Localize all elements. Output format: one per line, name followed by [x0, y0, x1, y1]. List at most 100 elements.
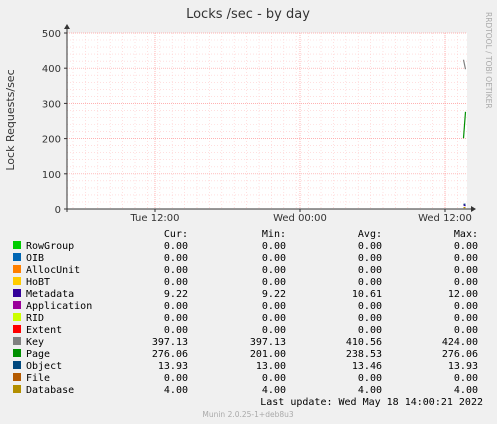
legend-value-min: 0.00 [262, 253, 286, 264]
legend-series-name: RID [26, 313, 44, 324]
legend-series-name: Metadata [26, 289, 74, 300]
legend-value-max: 12.00 [448, 289, 478, 300]
legend-swatch [13, 361, 21, 369]
legend-value-cur: 276.06 [152, 349, 188, 360]
legend-swatch [13, 265, 21, 273]
legend-value-min: 9.22 [262, 289, 286, 300]
legend-value-cur: 0.00 [164, 301, 188, 312]
y-tick-label: 300 [42, 99, 61, 110]
legend-column-header: Cur: [164, 229, 188, 240]
legend-value-avg: 0.00 [358, 265, 382, 276]
y-axis-label: Lock Requests/sec [4, 69, 17, 170]
legend-value-cur: 0.00 [164, 313, 188, 324]
x-tick-label: Wed 00:00 [273, 213, 327, 224]
legend-series-name: Key [26, 337, 44, 348]
legend-value-min: 201.00 [250, 349, 286, 360]
legend-value-cur: 0.00 [164, 325, 188, 336]
legend-value-max: 0.00 [454, 301, 478, 312]
legend-swatch [13, 277, 21, 285]
legend-swatch [13, 373, 21, 381]
legend-value-max: 424.00 [442, 337, 478, 348]
legend-value-max: 0.00 [454, 373, 478, 384]
legend-value-cur: 0.00 [164, 265, 188, 276]
legend-swatch [13, 241, 21, 249]
legend-value-min: 0.00 [262, 373, 286, 384]
legend-series-name: Database [26, 385, 74, 396]
chart-title: Locks /sec - by day [186, 7, 310, 22]
y-tick-label: 0 [55, 205, 61, 216]
legend-value-avg: 0.00 [358, 373, 382, 384]
legend-series-name: Extent [26, 325, 62, 336]
legend-value-avg: 0.00 [358, 313, 382, 324]
legend-swatch [13, 385, 21, 393]
legend-value-max: 13.93 [448, 361, 478, 372]
y-tick-label: 400 [42, 64, 61, 75]
rrdtool-label: RRDTOOL / TOBI OETIKER [484, 12, 493, 109]
legend-swatch [13, 289, 21, 297]
legend-swatch [13, 325, 21, 333]
y-tick-label: 200 [42, 135, 61, 146]
legend-swatch [13, 337, 21, 345]
legend-value-max: 0.00 [454, 265, 478, 276]
legend-value-max: 0.00 [454, 313, 478, 324]
legend-swatch [13, 253, 21, 261]
x-tick-label: Wed 12:00 [418, 213, 472, 224]
legend-value-min: 0.00 [262, 265, 286, 276]
legend-value-min: 397.13 [250, 337, 286, 348]
legend-value-cur: 9.22 [164, 289, 188, 300]
last-update: Last update: Wed May 18 14:00:21 2022 [260, 397, 483, 408]
legend-value-min: 0.00 [262, 325, 286, 336]
legend-value-min: 4.00 [262, 385, 286, 396]
legend-column-header: Max: [454, 229, 478, 240]
legend-series-name: AllocUnit [26, 265, 80, 276]
legend-series-name: Object [26, 361, 62, 372]
legend-value-avg: 4.00 [358, 385, 382, 396]
legend-value-min: 0.00 [262, 301, 286, 312]
legend-value-max: 0.00 [454, 325, 478, 336]
legend-swatch [13, 313, 21, 321]
legend-value-cur: 397.13 [152, 337, 188, 348]
legend-value-cur: 0.00 [164, 241, 188, 252]
plot-area [67, 33, 467, 209]
legend-value-cur: 4.00 [164, 385, 188, 396]
legend-value-min: 0.00 [262, 277, 286, 288]
legend-value-avg: 0.00 [358, 277, 382, 288]
legend-series-name: Application [26, 301, 92, 312]
x-axis-arrow [471, 206, 476, 212]
chart: Locks /sec - by day Lock Requests/sec RR… [4, 7, 493, 419]
legend-series-name: OIB [26, 253, 44, 264]
legend-value-min: 0.00 [262, 313, 286, 324]
legend-swatch [13, 301, 21, 309]
legend-value-min: 13.00 [256, 361, 286, 372]
legend-series-name: RowGroup [26, 241, 74, 252]
y-axis-arrow [64, 24, 70, 29]
legend-value-avg: 0.00 [358, 301, 382, 312]
legend-value-avg: 0.00 [358, 253, 382, 264]
legend-value-max: 276.06 [442, 349, 478, 360]
x-tick-label: Tue 12:00 [129, 213, 179, 224]
munin-version: Munin 2.0.25-1+deb8u3 [202, 410, 293, 419]
legend-series-name: File [26, 373, 50, 384]
y-tick-label: 100 [42, 170, 61, 181]
legend-value-cur: 13.93 [158, 361, 188, 372]
legend-value-avg: 10.61 [352, 289, 382, 300]
legend-value-cur: 0.00 [164, 253, 188, 264]
legend-value-avg: 410.56 [346, 337, 382, 348]
legend-series-name: Page [26, 349, 50, 360]
legend-value-cur: 0.00 [164, 373, 188, 384]
legend-value-avg: 0.00 [358, 241, 382, 252]
legend-value-avg: 13.46 [352, 361, 382, 372]
legend-value-min: 0.00 [262, 241, 286, 252]
legend-swatch [13, 349, 21, 357]
legend-value-avg: 0.00 [358, 325, 382, 336]
y-tick-label: 500 [42, 29, 61, 40]
legend-value-max: 4.00 [454, 385, 478, 396]
legend-value-max: 0.00 [454, 253, 478, 264]
legend-column-header: Min: [262, 229, 286, 240]
legend-value-cur: 0.00 [164, 277, 188, 288]
legend-value-max: 0.00 [454, 241, 478, 252]
legend-value-max: 0.00 [454, 277, 478, 288]
legend-value-avg: 238.53 [346, 349, 382, 360]
legend-column-header: Avg: [358, 229, 382, 240]
legend-series-name: HoBT [26, 277, 50, 288]
